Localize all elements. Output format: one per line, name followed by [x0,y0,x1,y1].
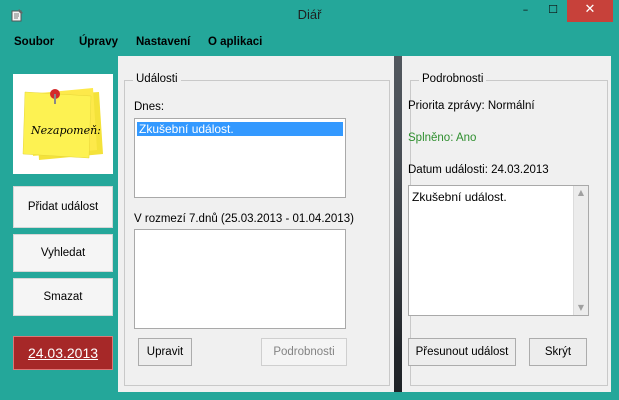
maximize-button[interactable]: ☐ [540,0,566,22]
delete-button[interactable]: Smazat [13,278,113,316]
client-area: Nezapomeň: Přidat událost Vyhledat Smaza… [8,56,611,392]
hide-button[interactable]: Skrýt [529,338,587,366]
search-button[interactable]: Vyhledat [13,234,113,272]
main-area: Události Dnes: Zkušební událost. V rozme… [118,56,611,392]
close-button[interactable]: ✕ [567,0,613,22]
event-text-area[interactable]: Zkušební událost. ▲ ▼ [408,185,589,316]
events-panel: Události Dnes: Zkušební událost. V rozme… [118,56,394,392]
today-events-list[interactable]: Zkušební událost. [134,118,346,198]
week-events-list[interactable] [134,229,346,329]
event-date-label: Datum události: 24.03.2013 [408,164,549,176]
menu-bar: Soubor Úpravy Nastavení O aplikaci [8,31,611,55]
text-scrollbar[interactable]: ▲ ▼ [573,186,588,315]
menu-o-aplikaci[interactable]: O aplikaci [208,36,262,48]
menu-nastaveni[interactable]: Nastavení [136,36,190,48]
range-label: V rozmezí 7.dnů (25.03.2013 - 01.04.2013… [134,213,354,225]
menu-upravy[interactable]: Úpravy [79,36,118,48]
today-label: Dnes: [134,101,165,113]
move-event-button[interactable]: Přesunout událost [408,338,516,366]
edit-button[interactable]: Upravit [138,338,192,366]
sticky-note-text: Nezapomeň: [31,124,101,137]
event-text: Zkušební událost. [412,190,507,204]
events-group-title: Události [133,73,181,85]
sticky-note-panel: Nezapomeň: [13,74,113,174]
list-item[interactable]: Zkušební událost. [136,121,344,137]
details-panel: Podrobnosti Priorita zprávy: Normální Sp… [402,56,611,392]
menu-soubor[interactable]: Soubor [14,36,54,48]
app-window: Diář – ☐ ✕ Soubor Úpravy Nastavení O apl… [0,0,619,400]
add-event-button[interactable]: Přidat událost [13,186,113,228]
current-date-link[interactable]: 24.03.2013 [13,336,113,370]
priority-label: Priorita zprávy: Normální [408,100,535,112]
scroll-up-icon[interactable]: ▲ [574,186,588,200]
details-group-title: Podrobnosti [419,73,487,85]
completed-label: Splněno: Ano [408,132,477,144]
details-button: Podrobnosti [261,338,347,366]
scroll-down-icon[interactable]: ▼ [574,301,588,315]
minimize-button[interactable]: – [512,0,539,22]
title-bar[interactable]: Diář – ☐ ✕ [0,0,619,30]
